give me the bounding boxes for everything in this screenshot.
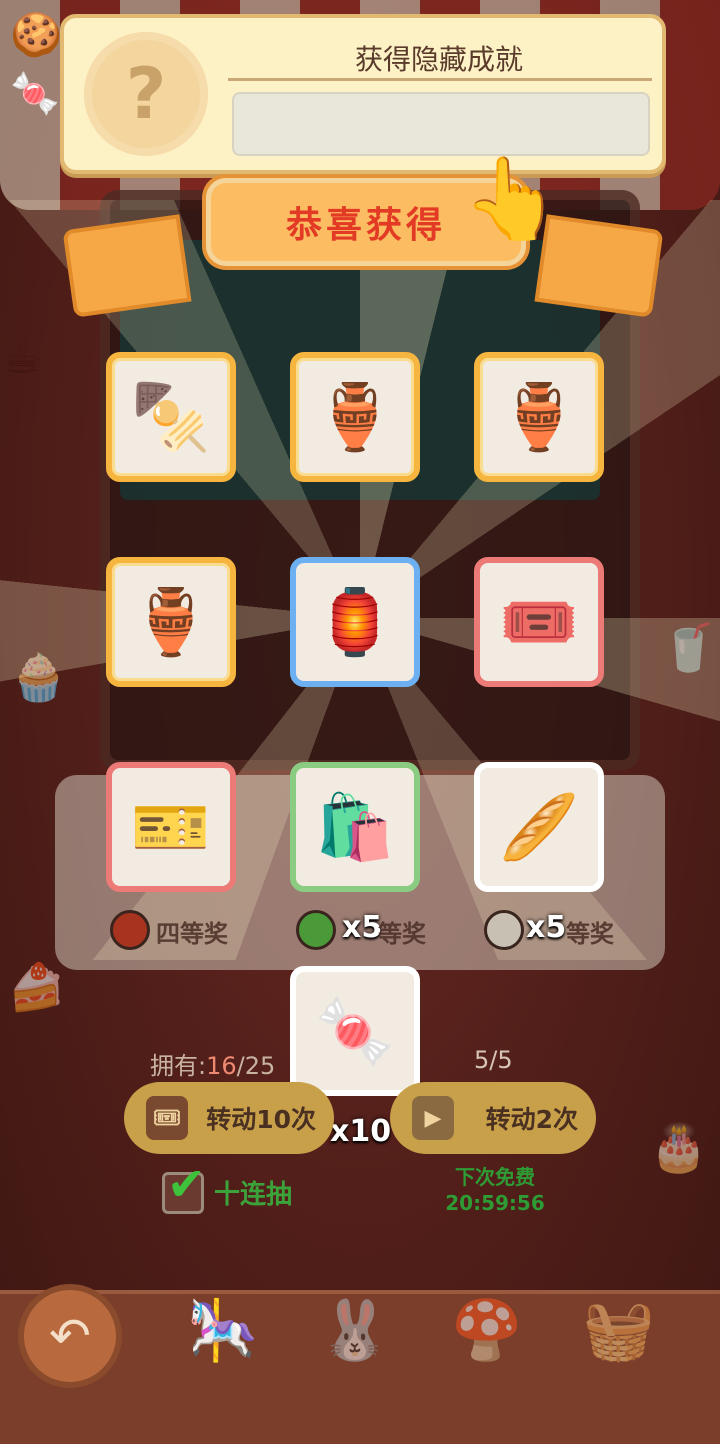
doodle-icon: 🍰 xyxy=(8,960,66,1014)
purple-candy-icon: 🍬 xyxy=(315,994,395,1069)
bbq-stall-decor-icon: 🍢 xyxy=(131,380,211,455)
reward-quantity: x5 xyxy=(342,910,383,945)
pointing-hand-icon: 👆 xyxy=(462,152,562,245)
reward-tile-purple-candy[interactable]: 🍬 xyxy=(290,966,420,1096)
paper-bags-icon: 🛍️ xyxy=(315,790,395,865)
prize-ball-icon xyxy=(296,910,336,950)
reward-tile-golden-teapot[interactable]: 🏺 xyxy=(290,352,420,482)
fourth-prize-label: 四等奖 xyxy=(156,920,228,948)
hanging-lantern-icon: 🏮 xyxy=(315,585,395,660)
next-free-timer: 下次免费 20:59:56 xyxy=(420,1164,570,1216)
sleep-bread-icon: 🥖 xyxy=(499,790,579,865)
mystery-badge-icon: ? xyxy=(84,32,208,156)
reward-tile-pink-ticket[interactable]: 🎫 xyxy=(106,762,236,892)
mushroom-house-nav-icon[interactable]: 🍄 xyxy=(442,1290,532,1370)
reward-quantity: x10 xyxy=(330,1114,392,1149)
carousel-nav-icon[interactable]: 🎠 xyxy=(178,1290,268,1370)
fourth-prize-ball-icon xyxy=(110,910,150,950)
ticket-icon: 🎟 xyxy=(146,1096,188,1140)
hidden-achievement-banner[interactable]: ? 获得隐藏成就 xyxy=(60,14,666,174)
divider xyxy=(228,78,652,81)
prize-ball-icon xyxy=(484,910,524,950)
reward-tile-bbq-stall-decor[interactable]: 🍢 xyxy=(106,352,236,482)
ownership-count: 拥有:16/25 xyxy=(150,1046,275,1081)
prize-label: 等奖 xyxy=(566,920,614,948)
golden-teapot-icon: 🏺 xyxy=(131,585,211,660)
reward-tile-red-ticket[interactable]: 🎟️ xyxy=(474,557,604,687)
checkmark-icon: ✔ xyxy=(167,1157,206,1211)
reward-tile-golden-teapot[interactable]: 🏺 xyxy=(106,557,236,687)
next-free-label: 下次免费 xyxy=(455,1165,535,1189)
achievement-title: 获得隐藏成就 xyxy=(354,43,523,76)
congrats-title: 恭喜获得 xyxy=(285,205,446,246)
reward-tile-paper-bags[interactable]: 🛍️ xyxy=(290,762,420,892)
spin-10-button[interactable]: 🎟 转动10次 xyxy=(124,1082,334,1154)
spins-remaining: 5/5 xyxy=(474,1046,513,1074)
reward-tile-hanging-lantern[interactable]: 🏮 xyxy=(290,557,420,687)
ownership-label: 拥有: xyxy=(150,1052,207,1080)
reward-tile-golden-teapot[interactable]: 🏺 xyxy=(474,352,604,482)
back-button[interactable]: ↶ xyxy=(18,1284,122,1388)
ten-draw-checkbox[interactable]: ✔ xyxy=(162,1157,206,1214)
ten-draw-label: 十连抽 xyxy=(214,1180,293,1210)
vendor-nav-icon[interactable]: 🧺 xyxy=(574,1290,664,1370)
prize-label: 等奖 xyxy=(378,920,426,948)
reward-quantity: x5 xyxy=(526,910,567,945)
red-ticket-icon: 🎟️ xyxy=(499,585,579,660)
achievement-description xyxy=(232,92,650,156)
video-icon: ▶ xyxy=(412,1096,454,1140)
pink-ticket-icon: 🎫 xyxy=(131,790,211,865)
spin-2-button[interactable]: ▶ 转动2次 xyxy=(390,1082,596,1154)
cookie-icon: 🍪 xyxy=(10,10,63,59)
bunny-nav-icon[interactable]: 🐰 xyxy=(310,1290,400,1370)
reward-tile-sleep-bread[interactable]: 🥖 xyxy=(474,762,604,892)
golden-teapot-icon: 🏺 xyxy=(499,380,579,455)
candy-icon: 🍬 xyxy=(10,71,60,117)
golden-teapot-icon: 🏺 xyxy=(315,380,395,455)
spin-2-label: 转动2次 xyxy=(485,1105,578,1134)
next-free-countdown: 20:59:56 xyxy=(445,1191,545,1215)
doodle-icon: 🎂 xyxy=(650,1120,708,1174)
ribbon-left-wing xyxy=(62,214,192,318)
ownership-total: /25 xyxy=(236,1052,276,1080)
ownership-current: 16 xyxy=(206,1052,237,1080)
spin-10-label: 转动10次 xyxy=(206,1105,316,1134)
